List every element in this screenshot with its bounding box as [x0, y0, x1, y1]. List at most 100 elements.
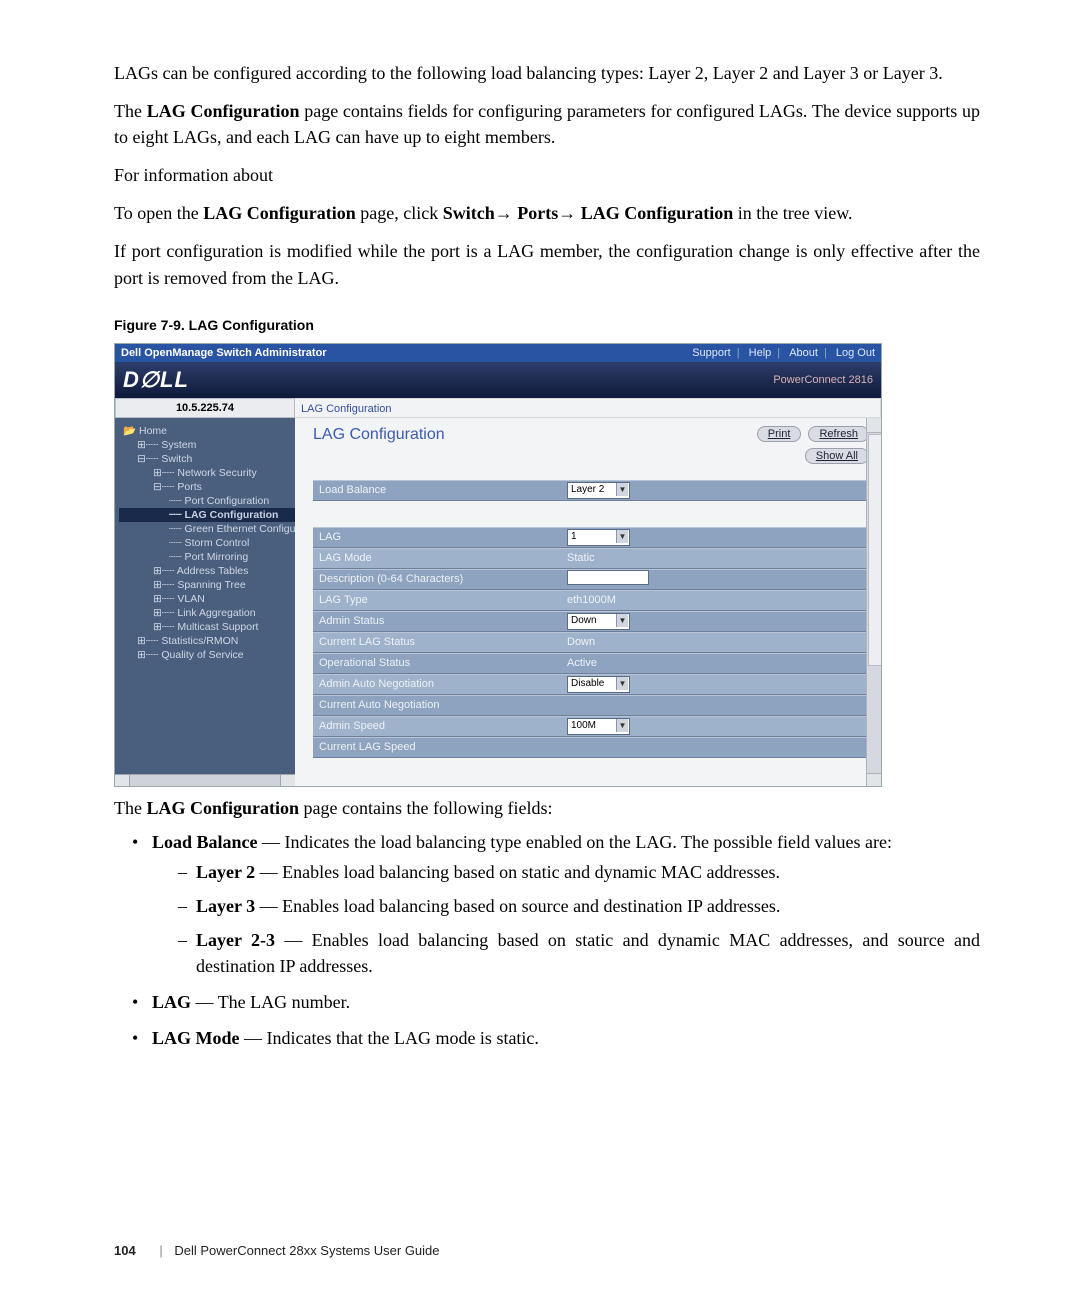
- form-panel-1: Load BalanceLayer 2: [313, 480, 869, 501]
- tree-node[interactable]: ⊞┈┈ System: [119, 438, 295, 452]
- form-value: 1: [567, 529, 869, 546]
- device-model: PowerConnect 2816: [773, 374, 873, 386]
- form-row: Admin Speed100M: [313, 716, 869, 737]
- form-row: LAG1: [313, 527, 869, 548]
- select-field[interactable]: Layer 2: [567, 482, 630, 499]
- tree-node[interactable]: ⊞┈┈ Quality of Service: [119, 648, 295, 662]
- form-label: Current Auto Negotiation: [313, 699, 567, 711]
- form-value: eth1000M: [567, 594, 869, 606]
- scroll-down-icon[interactable]: [867, 773, 881, 787]
- window-title: Dell OpenManage Switch Administrator: [121, 344, 327, 362]
- select-field[interactable]: Disable: [567, 676, 630, 693]
- form-row: Description (0-64 Characters): [313, 569, 869, 590]
- tree-node[interactable]: 📂 Home: [119, 424, 295, 438]
- form-label: LAG Type: [313, 594, 567, 606]
- form-value: Disable: [567, 676, 869, 693]
- form-value: Down: [567, 613, 869, 630]
- tree-node[interactable]: ⊞┈┈ Statistics/RMON: [119, 634, 295, 648]
- form-value: 100M: [567, 718, 869, 735]
- field-description-item: LAG — The LAG number.: [138, 989, 980, 1015]
- form-row: Current LAG Speed: [313, 737, 869, 758]
- menu-support[interactable]: Support: [692, 347, 731, 359]
- tree-node[interactable]: ⊟┈┈ Ports: [119, 480, 295, 494]
- menu-help[interactable]: Help: [749, 347, 772, 359]
- field-description-item: LAG Mode — Indicates that the LAG mode i…: [138, 1025, 980, 1051]
- form-row: Admin Auto NegotiationDisable: [313, 674, 869, 695]
- text-input[interactable]: [567, 570, 649, 585]
- field-description-list: Load Balance — Indicates the load balanc…: [138, 829, 980, 1052]
- tree-node-selected[interactable]: ┈┈ LAG Configuration: [119, 508, 295, 522]
- figure-caption: Figure 7-9. LAG Configuration: [114, 317, 980, 333]
- form-label: LAG: [313, 531, 567, 543]
- field-description-item: Load Balance — Indicates the load balanc…: [138, 829, 980, 979]
- vertical-scrollbar[interactable]: [866, 418, 881, 787]
- form-value: Down: [567, 636, 869, 648]
- select-field[interactable]: 1: [567, 529, 630, 546]
- dell-logo: D∅LL: [123, 367, 189, 393]
- window-menu: Support| Help| About| Log Out: [686, 344, 875, 362]
- window-titlebar: Dell OpenManage Switch Administrator Sup…: [115, 344, 881, 362]
- tree-node[interactable]: ┈┈ Storm Control: [119, 536, 295, 550]
- form-label: Admin Auto Negotiation: [313, 678, 567, 690]
- print-button[interactable]: Print: [757, 426, 802, 442]
- menu-about[interactable]: About: [789, 347, 818, 359]
- menu-logout[interactable]: Log Out: [836, 347, 875, 359]
- form-row: Operational StatusActive: [313, 653, 869, 674]
- form-label: Current LAG Status: [313, 636, 567, 648]
- screenshot: Dell OpenManage Switch Administrator Sup…: [114, 343, 882, 787]
- tree-node[interactable]: ⊞┈┈ Spanning Tree: [119, 578, 295, 592]
- field-description-subitem: Layer 2-3 — Enables load balancing based…: [178, 927, 980, 979]
- field-description-subitem: Layer 3 — Enables load balancing based o…: [178, 893, 980, 919]
- page-footer: 104 | Dell PowerConnect 28xx Systems Use…: [114, 1243, 440, 1258]
- form-panel-2: LAG1LAG ModeStaticDescription (0-64 Char…: [313, 527, 869, 758]
- form-value: [567, 570, 869, 588]
- tree-node[interactable]: ⊞┈┈ Address Tables: [119, 564, 295, 578]
- form-value: Layer 2: [567, 482, 869, 499]
- field-description-subitem: Layer 2 — Enables load balancing based o…: [178, 859, 980, 885]
- intro-p1: LAGs can be configured according to the …: [114, 60, 980, 86]
- scroll-thumb[interactable]: [868, 434, 882, 666]
- form-row: Current Auto Negotiation: [313, 695, 869, 716]
- device-ip-tab[interactable]: 10.5.225.74: [115, 398, 295, 418]
- form-label: Current LAG Speed: [313, 741, 567, 753]
- scroll-up-icon[interactable]: [867, 418, 881, 433]
- tree-node[interactable]: ⊞┈┈ Link Aggregation: [119, 606, 295, 620]
- refresh-button[interactable]: Refresh: [808, 426, 869, 442]
- page-number: 104: [114, 1243, 136, 1258]
- tree-node[interactable]: ⊞┈┈ Network Security: [119, 466, 295, 480]
- form-row: LAG ModeStatic: [313, 548, 869, 569]
- content-pane: LAG Configuration Print Refresh Show All…: [295, 418, 881, 787]
- intro-p3: For information about: [114, 162, 980, 188]
- form-value: Static: [567, 552, 869, 564]
- tree-node[interactable]: ⊟┈┈ Switch: [119, 452, 295, 466]
- form-label: Operational Status: [313, 657, 567, 669]
- form-label: LAG Mode: [313, 552, 567, 564]
- intro-p4: To open the LAG Configuration page, clic…: [114, 200, 980, 226]
- form-label: Admin Status: [313, 615, 567, 627]
- form-label: Load Balance: [313, 484, 567, 496]
- form-row: Current LAG StatusDown: [313, 632, 869, 653]
- tree-node[interactable]: ┈┈ Green Ethernet Configurati: [119, 522, 295, 536]
- nav-tree[interactable]: 📂 Home⊞┈┈ System⊟┈┈ Switch⊞┈┈ Network Se…: [115, 418, 295, 787]
- tree-node[interactable]: ⊞┈┈ Multicast Support: [119, 620, 295, 634]
- form-value: Active: [567, 657, 869, 669]
- select-field[interactable]: 100M: [567, 718, 630, 735]
- brand-bar: D∅LL PowerConnect 2816: [115, 362, 881, 398]
- form-row: Admin StatusDown: [313, 611, 869, 632]
- footer-title: Dell PowerConnect 28xx Systems User Guid…: [174, 1243, 439, 1258]
- form-label: Admin Speed: [313, 720, 567, 732]
- form-label: Description (0-64 Characters): [313, 573, 567, 585]
- horizontal-scrollbar[interactable]: [115, 774, 295, 787]
- intro-p5: If port configuration is modified while …: [114, 238, 980, 290]
- intro-p2: The LAG Configuration page contains fiel…: [114, 98, 980, 150]
- desc-intro: The LAG Configuration page contains the …: [114, 795, 980, 821]
- tree-node[interactable]: ┈┈ Port Mirroring: [119, 550, 295, 564]
- page-title: LAG Configuration: [313, 426, 445, 444]
- select-field[interactable]: Down: [567, 613, 630, 630]
- form-row: LAG Typeeth1000M: [313, 590, 869, 611]
- tree-node[interactable]: ⊞┈┈ VLAN: [119, 592, 295, 606]
- show-all-button[interactable]: Show All: [805, 448, 869, 464]
- tree-node[interactable]: ┈┈ Port Configuration: [119, 494, 295, 508]
- breadcrumb: LAG Configuration: [295, 398, 881, 418]
- form-row: Load BalanceLayer 2: [313, 480, 869, 501]
